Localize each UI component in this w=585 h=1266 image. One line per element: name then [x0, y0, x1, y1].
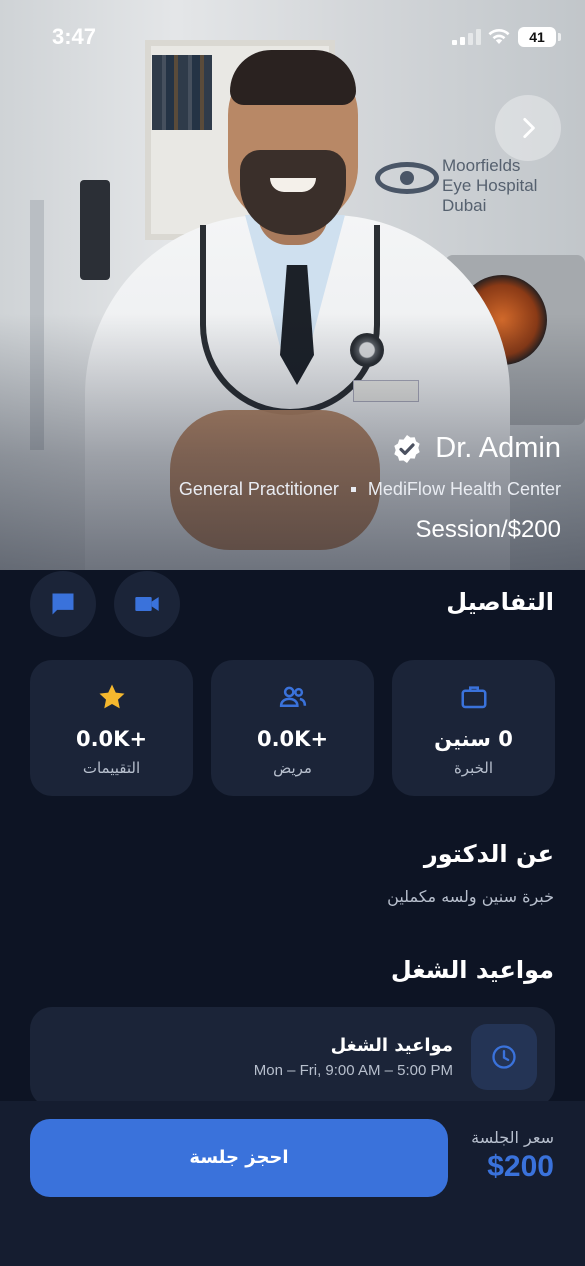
separator-dot [350, 487, 356, 492]
star-icon [99, 684, 124, 709]
stat-value: 0 سنين [434, 727, 513, 751]
stat-label: التقييمات [82, 759, 141, 777]
status-bar: 3:47 41 [0, 0, 585, 72]
doctor-name: Dr. Admin [435, 432, 561, 464]
stat-value: +0.0K [256, 727, 329, 751]
working-hours-card-title: مواعيد الشغل [330, 1035, 453, 1056]
doctor-name-row: Dr. Admin [391, 432, 561, 465]
session-price: Session/$200 [415, 516, 561, 543]
stat-card-ratings: +0.0K التقييمات [30, 660, 193, 796]
stat-label: الخبرة [453, 759, 494, 777]
chevron-right-icon [523, 117, 535, 139]
price-value: $200 [487, 1150, 554, 1183]
video-call-button[interactable] [114, 571, 180, 637]
patients-icon [279, 686, 306, 707]
stats-row: +0.0K التقييمات +0.0K مريض 0 سنين الخبرة [30, 660, 555, 796]
details-title: التفاصيل [446, 588, 554, 616]
battery-icon: 41 [518, 27, 561, 47]
working-hours-card: مواعيد الشغل Mon – Fri, 9:00 AM – 5:00 P… [30, 1007, 555, 1107]
stat-card-patients: +0.0K مريض [211, 660, 374, 796]
status-time: 3:47 [52, 24, 97, 49]
working-hours-title: مواعيد الشغل [390, 956, 554, 984]
price-label: سعر الجلسة [471, 1128, 554, 1147]
doctor-specialty: General Practitioner [178, 479, 339, 499]
doctor-subtitle: General Practitioner MediFlow Health Cen… [179, 479, 561, 500]
stat-value: +0.0K [75, 727, 148, 751]
video-call-icon [135, 597, 159, 611]
signal-icon [452, 29, 482, 45]
chat-icon [52, 593, 74, 615]
briefcase-icon [461, 686, 486, 709]
wifi-icon [487, 26, 511, 50]
clock-icon [492, 1045, 516, 1069]
stat-card-experience: 0 سنين الخبرة [392, 660, 555, 796]
doctor-center: MediFlow Health Center [367, 479, 561, 499]
book-session-button[interactable]: احجز جلسة [30, 1119, 448, 1197]
about-text: خبرة سنين ولسه مكملين [387, 887, 554, 906]
working-hours-schedule: Mon – Fri, 9:00 AM – 5:00 PM [253, 1062, 453, 1079]
verified-badge-icon [394, 434, 420, 463]
next-button[interactable] [495, 95, 561, 161]
about-title: عن الدكتور [423, 840, 554, 868]
chat-button[interactable] [30, 571, 96, 637]
stat-label: مريض [273, 759, 312, 777]
clock-icon-box [471, 1024, 537, 1090]
